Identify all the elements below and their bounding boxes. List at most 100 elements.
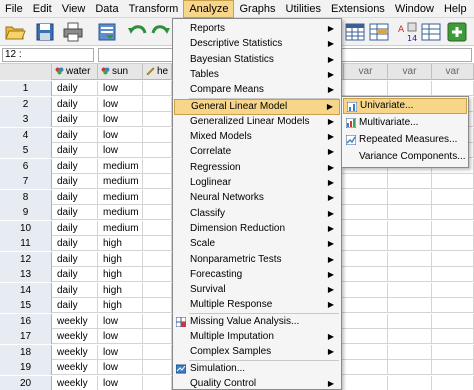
menu-item-missing-value-analysis[interactable]: Missing Value Analysis...	[174, 314, 340, 330]
menu-item-loglinear[interactable]: Loglinear ▶	[174, 175, 340, 191]
cell-sun[interactable]: low	[98, 81, 143, 96]
cell-empty[interactable]	[432, 81, 474, 96]
redo-icon[interactable]	[150, 21, 172, 43]
cell-water[interactable]: daily	[52, 298, 98, 313]
cell-sun[interactable]: high	[98, 236, 143, 251]
value-labels-icon[interactable]: A14	[396, 21, 418, 43]
row-number[interactable]: 7	[0, 174, 52, 189]
cell-empty[interactable]	[388, 344, 432, 360]
cell-height[interactable]	[143, 81, 172, 96]
cell-height[interactable]	[143, 96, 172, 112]
cell-empty[interactable]	[344, 174, 388, 189]
menu-file[interactable]: File	[0, 0, 28, 18]
cell-empty[interactable]	[344, 267, 388, 282]
cell-height[interactable]	[143, 143, 172, 158]
cell-sun[interactable]: high	[98, 282, 143, 298]
cell-water[interactable]: daily	[52, 205, 98, 220]
cell-empty[interactable]	[388, 375, 432, 390]
cell-height[interactable]	[143, 205, 172, 220]
cell-empty[interactable]	[432, 375, 474, 390]
cell-empty[interactable]	[432, 282, 474, 298]
cell-empty[interactable]	[388, 205, 432, 220]
recall-dialog-icon[interactable]	[96, 21, 118, 43]
menu-analyze[interactable]: Analyze	[183, 0, 235, 18]
row-number[interactable]: 17	[0, 329, 52, 344]
cell-water[interactable]: daily	[52, 220, 98, 236]
menu-view[interactable]: View	[57, 0, 91, 18]
cell-empty[interactable]	[432, 251, 474, 267]
cell-height[interactable]	[143, 127, 172, 143]
cell-empty[interactable]	[432, 298, 474, 313]
open-folder-icon[interactable]	[4, 21, 26, 43]
submenu-item-univariate[interactable]: Univariate...	[343, 98, 467, 114]
cell-sun[interactable]: low	[98, 127, 143, 143]
corner-cell[interactable]	[0, 64, 52, 80]
cell-sun[interactable]: low	[98, 360, 143, 375]
row-number[interactable]: 4	[0, 127, 52, 143]
row-number[interactable]: 8	[0, 189, 52, 205]
cell-empty[interactable]	[432, 360, 474, 375]
row-number[interactable]: 3	[0, 112, 52, 127]
cell-empty[interactable]	[388, 298, 432, 313]
cell-water[interactable]: daily	[52, 127, 98, 143]
cell-empty[interactable]	[344, 220, 388, 236]
cell-empty[interactable]	[344, 344, 388, 360]
cell-empty[interactable]	[432, 189, 474, 205]
cell-empty[interactable]	[344, 205, 388, 220]
menu-item-compare-means[interactable]: Compare Means ▶	[174, 82, 340, 98]
cell-empty[interactable]	[344, 360, 388, 375]
use-sets-icon[interactable]	[420, 21, 442, 43]
menu-extensions[interactable]: Extensions	[326, 0, 390, 18]
cell-empty[interactable]	[388, 189, 432, 205]
cell-sun[interactable]: high	[98, 298, 143, 313]
cell-sun[interactable]: high	[98, 267, 143, 282]
cell-water[interactable]: daily	[52, 143, 98, 158]
cell-water[interactable]: weekly	[52, 344, 98, 360]
menu-item-bayesian-statistics[interactable]: Bayesian Statistics ▶	[174, 52, 340, 68]
row-number[interactable]: 12	[0, 251, 52, 267]
menu-edit[interactable]: Edit	[28, 0, 57, 18]
row-number[interactable]: 11	[0, 236, 52, 251]
cell-height[interactable]	[143, 158, 172, 174]
cell-water[interactable]: daily	[52, 112, 98, 127]
menu-item-multiple-imputation[interactable]: Multiple Imputation ▶	[174, 329, 340, 345]
cell-height[interactable]	[143, 313, 172, 329]
column-header-height[interactable]: he	[143, 64, 172, 80]
cell-height[interactable]	[143, 329, 172, 344]
column-header-sun[interactable]: sun	[98, 64, 143, 80]
cell-water[interactable]: daily	[52, 174, 98, 189]
cell-empty[interactable]	[344, 81, 388, 96]
menu-utilities[interactable]: Utilities	[281, 0, 326, 18]
cell-water[interactable]: weekly	[52, 329, 98, 344]
row-number[interactable]: 18	[0, 344, 52, 360]
column-header-var[interactable]: var	[388, 64, 432, 80]
cell-height[interactable]	[143, 236, 172, 251]
column-header-var[interactable]: var	[344, 64, 388, 80]
cell-empty[interactable]	[344, 236, 388, 251]
cell-empty[interactable]	[344, 189, 388, 205]
menu-item-quality-control[interactable]: Quality Control ▶	[174, 376, 340, 389]
cell-sun[interactable]: low	[98, 375, 143, 390]
menu-help[interactable]: Help	[439, 0, 472, 18]
row-number[interactable]: 9	[0, 205, 52, 220]
cell-water[interactable]: daily	[52, 251, 98, 267]
cell-sun[interactable]: low	[98, 143, 143, 158]
menu-item-regression[interactable]: Regression ▶	[174, 160, 340, 176]
cell-empty[interactable]	[344, 375, 388, 390]
cell-water[interactable]: weekly	[52, 360, 98, 375]
row-number[interactable]: 5	[0, 143, 52, 158]
cell-sun[interactable]: medium	[98, 158, 143, 174]
menu-item-survival[interactable]: Survival ▶	[174, 282, 340, 298]
menu-window[interactable]: Window	[390, 0, 439, 18]
row-number[interactable]: 2	[0, 96, 52, 112]
cell-empty[interactable]	[344, 282, 388, 298]
cell-water[interactable]: daily	[52, 81, 98, 96]
cell-empty[interactable]	[388, 251, 432, 267]
menu-graphs[interactable]: Graphs	[234, 0, 280, 18]
cell-empty[interactable]	[388, 236, 432, 251]
cell-reference-field[interactable]: 12 :	[2, 48, 94, 62]
cell-sun[interactable]: high	[98, 251, 143, 267]
row-number[interactable]: 10	[0, 220, 52, 236]
cell-height[interactable]	[143, 298, 172, 313]
cell-sun[interactable]: low	[98, 313, 143, 329]
